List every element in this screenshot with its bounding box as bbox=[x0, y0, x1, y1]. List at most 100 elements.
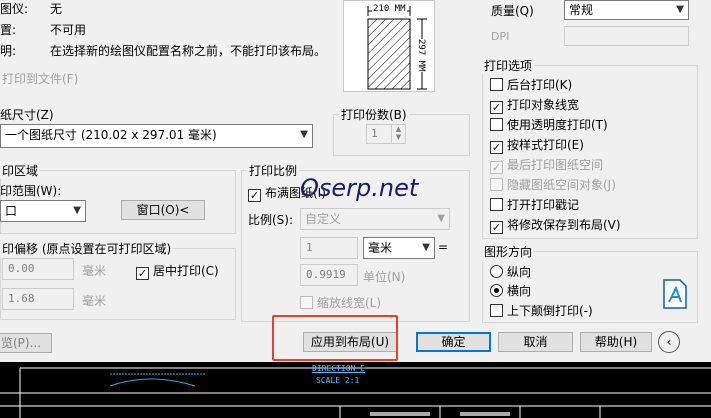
upside-down-label: 上下颠倒打印(-) bbox=[507, 304, 593, 318]
quality-dropdown[interactable]: 常规 ▼ bbox=[564, 0, 689, 20]
paper-size-value: 一个图纸尺寸 (210.02 x 297.01 毫米) bbox=[5, 128, 217, 142]
checkbox-check-icon: ✓ bbox=[490, 221, 503, 234]
landscape-radio[interactable]: 横向 bbox=[490, 283, 531, 299]
plot-paperspace-last-checkbox[interactable]: ✓ 最后打印图纸空间 bbox=[490, 157, 603, 174]
copies-value: 1 bbox=[371, 127, 378, 140]
chevron-down-icon: ▼ bbox=[676, 4, 684, 15]
scale-label: 比例(S): bbox=[248, 213, 294, 227]
checkbox-empty-icon bbox=[300, 296, 313, 309]
hide-paperspace-objects-label: 隐藏图纸空间对象(J) bbox=[507, 178, 616, 192]
landscape-orientation-icon bbox=[660, 278, 690, 310]
spinner-arrows-icon[interactable]: ▲ ▼ bbox=[391, 125, 405, 143]
dpi-label: DPI bbox=[491, 30, 510, 43]
offset-y-unit: 毫米 bbox=[82, 294, 107, 308]
description-value: 在选择新的绘图仪配置名称之前，不能打印该布局。 bbox=[50, 44, 327, 58]
scale-value1-field[interactable]: 1 bbox=[300, 237, 358, 259]
orientation-title: 图形方向 bbox=[482, 243, 535, 260]
save-changes-to-layout-label: 将修改保存到布局(V) bbox=[507, 218, 621, 232]
plot-options-title: 打印选项 bbox=[482, 57, 535, 74]
copies-spinner[interactable]: 1 ▲ ▼ bbox=[366, 124, 406, 144]
plot-stamp-label: 打开打印戳记 bbox=[507, 198, 580, 212]
center-plot-checkbox[interactable]: ✓ 居中打印(C) bbox=[136, 263, 219, 280]
where-label: 置: bbox=[0, 23, 17, 37]
offset-x-unit: 毫米 bbox=[82, 264, 107, 278]
plot-range-value: 口 bbox=[5, 204, 18, 218]
chevron-down-icon: ▼ bbox=[300, 129, 308, 140]
center-plot-label: 居中打印(C) bbox=[153, 264, 219, 278]
chevron-down-icon: ▼ bbox=[73, 205, 81, 216]
portrait-label: 纵向 bbox=[507, 265, 532, 279]
checkbox-check-icon: ✓ bbox=[136, 267, 149, 280]
preview-height-label: 297 MM bbox=[416, 39, 426, 72]
checkbox-empty-icon bbox=[490, 118, 503, 131]
radio-selected-icon bbox=[490, 284, 503, 297]
scale-value: 自定义 bbox=[305, 212, 342, 226]
ok-button[interactable]: 确定 bbox=[416, 332, 491, 352]
plotter-value: 无 bbox=[50, 2, 63, 16]
plotter-label: 图仪: bbox=[0, 2, 29, 16]
paper-preview: 210 MM 297 MM bbox=[343, 0, 435, 92]
plot-transparency-label: 使用透明度打印(T) bbox=[507, 118, 608, 132]
plot-to-file-checkbox[interactable]: 打印到文件(F) bbox=[2, 70, 78, 87]
collapse-arrow-icon[interactable]: ‹ bbox=[658, 331, 680, 353]
preview-width-label: 210 MM bbox=[372, 4, 407, 14]
window-button[interactable]: 窗口(O)< bbox=[121, 200, 205, 220]
plot-stamp-checkbox[interactable]: 打开打印戳记 bbox=[490, 197, 579, 213]
chevron-down-icon: ▼ bbox=[437, 213, 445, 224]
paper-size-dropdown[interactable]: 一个图纸尺寸 (210.02 x 297.01 毫米) ▼ bbox=[0, 124, 313, 148]
drawing-title: DIRECTION E bbox=[312, 364, 365, 373]
plot-area-title: 印区域 bbox=[0, 162, 41, 179]
plot-scale-title: 打印比例 bbox=[247, 162, 300, 179]
checkbox-empty-icon bbox=[490, 198, 503, 211]
plot-range-label: 印范围(W): bbox=[0, 184, 62, 198]
portrait-radio[interactable]: 纵向 bbox=[490, 264, 531, 280]
preview-button[interactable]: 览(P)... bbox=[0, 333, 52, 353]
quality-label: 质量(Q) bbox=[491, 4, 534, 18]
plot-with-styles-label: 按样式打印(E) bbox=[507, 138, 584, 152]
watermark: Oserp.net bbox=[300, 174, 419, 202]
offset-y-field[interactable]: 1.68 bbox=[2, 288, 74, 310]
description-label: 明: bbox=[0, 44, 17, 58]
copies-title: 打印份数(B) bbox=[339, 106, 409, 123]
scale-value2-field[interactable]: 0.9919 bbox=[300, 264, 358, 286]
radio-empty-icon bbox=[490, 265, 503, 278]
scale-lineweights-label: 缩放线宽(L) bbox=[317, 296, 382, 310]
drawing-canvas: DIRECTION E SCALE 2:1 bbox=[0, 362, 711, 418]
scale-lineweights-checkbox[interactable]: 缩放线宽(L) bbox=[300, 295, 381, 311]
plot-lineweights-checkbox[interactable]: ✓ 打印对象线宽 bbox=[490, 97, 579, 114]
drawing-scale: SCALE 2:1 bbox=[316, 376, 360, 385]
checkbox-empty-icon bbox=[490, 178, 503, 191]
scale-units-label: 单位(N) bbox=[363, 270, 406, 284]
upside-down-checkbox[interactable]: 上下颠倒打印(-) bbox=[490, 303, 593, 319]
highlight-box bbox=[272, 315, 398, 361]
save-changes-to-layout-checkbox[interactable]: ✓ 将修改保存到布局(V) bbox=[490, 217, 621, 234]
paper-size-label: 纸尺寸(Z) bbox=[0, 108, 54, 122]
scale-unit-dropdown[interactable]: 毫米 ▼ bbox=[363, 237, 435, 259]
offset-x-field[interactable]: 0.00 bbox=[2, 258, 74, 280]
background-plot-checkbox[interactable]: 后台打印(K) bbox=[490, 77, 572, 93]
plot-transparency-checkbox[interactable]: 使用透明度打印(T) bbox=[490, 117, 608, 133]
checkbox-empty-icon bbox=[490, 78, 503, 91]
plot-with-styles-checkbox[interactable]: ✓ 按样式打印(E) bbox=[490, 137, 584, 154]
dpi-field[interactable] bbox=[564, 26, 689, 46]
cancel-button[interactable]: 取消 bbox=[498, 332, 573, 352]
quality-value: 常规 bbox=[569, 3, 594, 17]
plot-paperspace-last-label: 最后打印图纸空间 bbox=[507, 158, 604, 172]
plot-offset-title: 印偏移 (原点设置在可打印区域) bbox=[0, 240, 174, 257]
scale-dropdown[interactable]: 自定义 ▼ bbox=[300, 208, 450, 230]
checkbox-check-icon: ✓ bbox=[490, 141, 503, 154]
hide-paperspace-objects-checkbox[interactable]: 隐藏图纸空间对象(J) bbox=[490, 177, 616, 193]
scale-unit-value: 毫米 bbox=[368, 241, 393, 255]
checkbox-check-icon: ✓ bbox=[490, 101, 503, 114]
plot-range-dropdown[interactable]: 口 ▼ bbox=[0, 200, 86, 222]
checkbox-check-icon: ✓ bbox=[490, 161, 503, 174]
equals-label: = bbox=[438, 240, 449, 254]
where-value: 不可用 bbox=[50, 23, 87, 37]
checkbox-check-icon: ✓ bbox=[248, 189, 261, 202]
background-plot-label: 后台打印(K) bbox=[507, 78, 573, 92]
landscape-label: 横向 bbox=[507, 284, 532, 298]
help-button[interactable]: 帮助(H) bbox=[580, 332, 652, 352]
checkbox-empty-icon bbox=[490, 304, 503, 317]
chevron-down-icon: ▼ bbox=[422, 242, 430, 253]
plot-lineweights-label: 打印对象线宽 bbox=[507, 98, 580, 112]
